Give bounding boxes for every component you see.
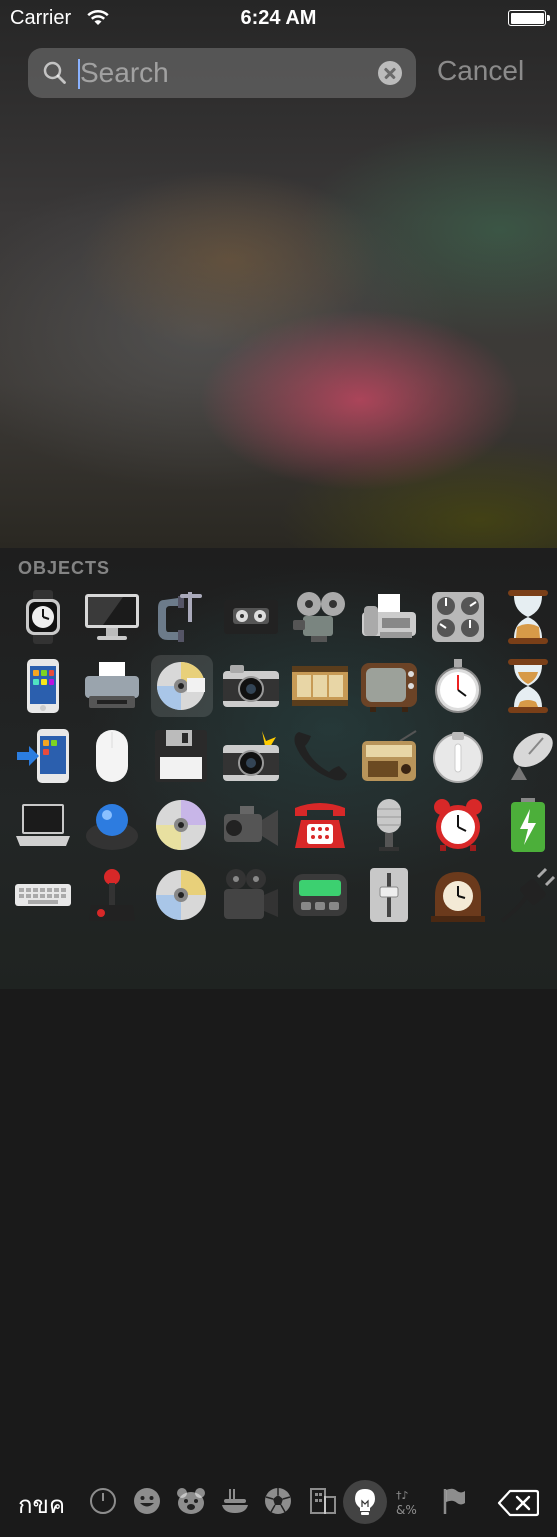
emoji-radio[interactable] — [354, 721, 423, 791]
battery-icon — [508, 10, 550, 26]
svg-text:†♪: †♪ — [396, 1489, 409, 1502]
emoji-joystick[interactable] — [77, 860, 146, 930]
cancel-button[interactable]: Cancel — [437, 55, 524, 87]
emoji-mobile-phone[interactable] — [8, 652, 77, 722]
smiley-icon[interactable] — [133, 1487, 161, 1515]
section-title: OBJECTS — [18, 558, 111, 578]
emoji-trackball[interactable] — [77, 791, 146, 861]
search-bar[interactable] — [28, 48, 416, 98]
emoji-satellite-antenna[interactable] — [493, 721, 557, 791]
emoji-pager[interactable] — [285, 860, 354, 930]
emoji-film-frames[interactable] — [285, 652, 354, 722]
bear-icon[interactable] — [176, 1487, 206, 1515]
emoji-television[interactable] — [354, 652, 423, 722]
symbols-icon[interactable]: †♪ &% — [395, 1487, 425, 1517]
clock-time: 6:24 AM — [240, 7, 317, 29]
emoji-grid — [8, 582, 557, 930]
emoji-fax-machine[interactable] — [354, 582, 423, 652]
keyboard-switch-button[interactable]: กขค — [18, 1485, 65, 1524]
emoji-keyboard[interactable] — [8, 860, 77, 930]
emoji-stopwatch[interactable] — [424, 652, 493, 722]
lightbulb-icon[interactable] — [351, 1487, 379, 1517]
category-bar: กขค †♪ &% — [0, 1477, 557, 1537]
emoji-watch[interactable] — [8, 582, 77, 652]
emoji-computer-mouse[interactable] — [77, 721, 146, 791]
emoji-optical-disk[interactable] — [147, 652, 216, 722]
emoji-timer-clock[interactable] — [424, 721, 493, 791]
emoji-desktop-computer[interactable] — [77, 582, 146, 652]
emoji-studio-microphone[interactable] — [354, 791, 423, 861]
emoji-movie-camera[interactable] — [216, 860, 285, 930]
emoji-printer[interactable] — [77, 652, 146, 722]
emoji-laptop[interactable] — [8, 791, 77, 861]
clear-icon[interactable] — [378, 61, 402, 85]
emoji-level-slider[interactable] — [354, 860, 423, 930]
emoji-clamp[interactable] — [147, 582, 216, 652]
emoji-mantelpiece-clock[interactable] — [424, 860, 493, 930]
search-input[interactable] — [80, 55, 360, 91]
emoji-hourglass[interactable] — [493, 582, 557, 652]
search-icon — [43, 61, 66, 84]
emoji-mobile-phone-arrow[interactable] — [8, 721, 77, 791]
emoji-dvd[interactable] — [147, 791, 216, 861]
emoji-film-projector[interactable] — [285, 582, 354, 652]
emoji-telephone-receiver[interactable] — [285, 721, 354, 791]
emoji-video-camera[interactable] — [216, 791, 285, 861]
emoji-telephone[interactable] — [285, 791, 354, 861]
emoji-camera[interactable] — [216, 652, 285, 722]
emoji-videocassette[interactable] — [216, 582, 285, 652]
buildings-icon[interactable] — [307, 1487, 337, 1515]
emoji-cd[interactable] — [147, 860, 216, 930]
emoji-keyboard: OBJECTS กขค †♪ &% — [0, 548, 557, 1524]
emoji-floppy-disk[interactable] — [147, 721, 216, 791]
emoji-battery[interactable] — [493, 791, 557, 861]
recent-clock-icon[interactable] — [89, 1487, 117, 1515]
soccer-ball-icon[interactable] — [264, 1487, 292, 1515]
emoji-alarm-clock[interactable] — [424, 791, 493, 861]
svg-text:&%: &% — [396, 1503, 417, 1517]
emoji-hourglass-flowing[interactable] — [493, 652, 557, 722]
status-bar: Carrier 6:24 AM — [0, 0, 557, 36]
emoji-electric-plug[interactable] — [493, 860, 557, 930]
emoji-control-knobs[interactable] — [424, 582, 493, 652]
flag-icon[interactable] — [441, 1487, 467, 1515]
emoji-camera-with-flash[interactable] — [216, 721, 285, 791]
delete-backspace-icon[interactable] — [497, 1489, 539, 1517]
food-icon[interactable] — [220, 1487, 250, 1515]
